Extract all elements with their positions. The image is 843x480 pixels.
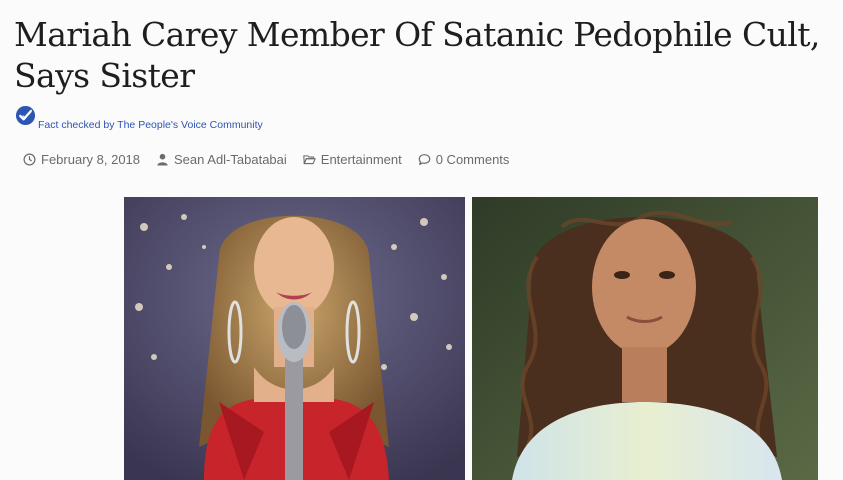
post-comments[interactable]: 0 Comments xyxy=(418,152,510,167)
author-link[interactable]: Sean Adl-Tabatabai xyxy=(174,152,287,167)
post-date: February 8, 2018 xyxy=(23,152,140,167)
comment-icon xyxy=(418,154,431,166)
featured-image-right xyxy=(472,197,818,480)
checkmark-badge-icon xyxy=(15,105,36,126)
date-text: February 8, 2018 xyxy=(41,152,141,167)
featured-image-left xyxy=(124,197,465,480)
clock-icon xyxy=(23,153,36,166)
fact-check-badge[interactable]: Fact checked by The People's Voice Commu… xyxy=(15,105,263,131)
fact-check-link[interactable]: Fact checked by The People's Voice Commu… xyxy=(38,119,263,131)
user-icon xyxy=(157,153,168,166)
article-title: Mariah Carey Member Of Satanic Pedophile… xyxy=(14,15,820,95)
folder-open-icon xyxy=(303,155,316,165)
category-link[interactable]: Entertainment xyxy=(321,152,402,167)
comments-link[interactable]: 0 Comments xyxy=(436,152,510,167)
post-author[interactable]: Sean Adl-Tabatabai xyxy=(156,152,287,167)
post-meta: February 8, 2018 Sean Adl-Tabatabai Ente… xyxy=(23,152,509,167)
post-category[interactable]: Entertainment xyxy=(303,152,402,167)
